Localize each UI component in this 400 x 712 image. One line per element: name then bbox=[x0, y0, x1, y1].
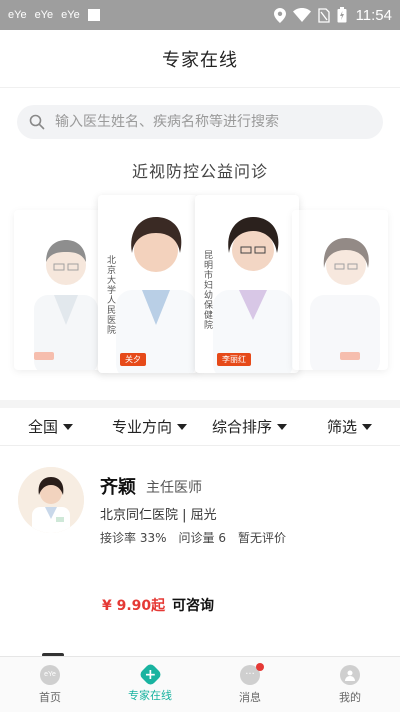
doctor-avatar bbox=[18, 467, 84, 533]
app-header: 专家在线 bbox=[0, 30, 400, 88]
wifi-icon bbox=[292, 8, 311, 22]
battery-icon bbox=[337, 7, 347, 23]
caret-down-icon bbox=[177, 423, 188, 430]
filter-region-label: 全国 bbox=[28, 418, 59, 436]
notification-eye-3: eYe bbox=[61, 9, 80, 21]
caret-down-icon bbox=[362, 423, 373, 430]
banner-card-left-tag bbox=[34, 352, 54, 360]
banner-card-right[interactable] bbox=[292, 210, 388, 370]
consult-count: 问诊量 6 bbox=[178, 531, 226, 545]
doctor-avatar-icon bbox=[18, 467, 84, 533]
banner-title: 近视防控公益问诊 bbox=[131, 162, 268, 181]
nav-messages[interactable]: ··· 消息 bbox=[200, 657, 300, 712]
doctor-portrait-icon bbox=[116, 217, 196, 373]
filter-specialty-label: 专业方向 bbox=[112, 418, 173, 436]
home-eye-icon: eYe bbox=[40, 664, 60, 685]
nav-messages-label: 消息 bbox=[239, 690, 261, 704]
filter-specialty[interactable]: 专业方向 bbox=[112, 416, 188, 437]
sim-icon bbox=[317, 7, 330, 23]
location-icon bbox=[273, 7, 286, 23]
caret-down-icon bbox=[277, 423, 288, 430]
filter-sort-label: 综合排序 bbox=[212, 418, 273, 436]
banner-card-right-tag bbox=[340, 352, 360, 360]
filter-more-label: 筛选 bbox=[327, 418, 358, 436]
status-bar: eYe eYe eYe 11:54 bbox=[0, 0, 400, 30]
search-bar[interactable] bbox=[17, 105, 383, 139]
notification-eye-1: eYe bbox=[8, 9, 27, 21]
filter-more[interactable]: 筛选 bbox=[327, 416, 373, 437]
nav-profile-label: 我的 bbox=[339, 690, 361, 704]
notification-square-icon bbox=[87, 9, 100, 21]
caret-down-icon bbox=[63, 423, 74, 430]
notification-eye-2: eYe bbox=[34, 9, 54, 21]
bottom-navigation: eYe 首页 + 专家在线 ··· 消息 我的 bbox=[0, 656, 400, 712]
doctor-hospital: 北京同仁医院 | 屈光 bbox=[100, 508, 217, 523]
unread-badge bbox=[256, 663, 264, 671]
plus-cross-icon: + bbox=[137, 662, 163, 687]
banner-card-name-tag: 关夕 bbox=[120, 353, 146, 366]
doctor-title: 主任医师 bbox=[146, 480, 202, 496]
consult-available-label[interactable]: 可咨询 bbox=[172, 595, 214, 615]
doctor-list-item[interactable]: 齐颖 主任医师 北京同仁医院 | 屈光 接诊率 33% 问诊量 6 暂无评价 ¥… bbox=[0, 455, 400, 630]
nav-home-label: 首页 bbox=[39, 690, 61, 704]
doctor-portrait-icon bbox=[213, 217, 293, 373]
nav-home[interactable]: eYe 首页 bbox=[0, 657, 100, 712]
filter-region[interactable]: 全国 bbox=[28, 416, 74, 437]
filter-bar: 全国 专业方向 综合排序 筛选 bbox=[0, 400, 400, 446]
doctor-banner-carousel[interactable]: 北京大学人民医院 关夕 昆明市妇幼保健院 李丽红 bbox=[0, 190, 400, 390]
filter-sort[interactable]: 综合排序 bbox=[212, 416, 288, 437]
profile-icon bbox=[340, 664, 360, 685]
rating: 暂无评价 bbox=[237, 531, 286, 545]
doctor-portrait-icon bbox=[34, 240, 98, 370]
consult-rate: 接诊率 33% bbox=[100, 531, 167, 545]
search-icon bbox=[29, 114, 45, 130]
banner-card-left[interactable] bbox=[14, 210, 106, 370]
nav-experts-label: 专家在线 bbox=[128, 689, 172, 702]
consult-price: ¥ 9.90起 bbox=[102, 598, 166, 614]
banner-card-doctor-1[interactable]: 北京大学人民医院 关夕 bbox=[98, 195, 198, 373]
doctor-name: 齐颖 bbox=[100, 477, 136, 498]
doctor-stats: 接诊率 33% 问诊量 6 暂无评价 bbox=[100, 529, 286, 546]
doctor-portrait-icon bbox=[310, 238, 380, 370]
clock: 11:54 bbox=[355, 6, 392, 24]
search-input[interactable] bbox=[55, 114, 355, 130]
banner-card-name-tag: 李丽红 bbox=[217, 353, 251, 366]
banner-card-doctor-2[interactable]: 昆明市妇幼保健院 李丽红 bbox=[195, 195, 299, 373]
page-title: 专家在线 bbox=[162, 49, 238, 71]
nav-experts[interactable]: + 专家在线 bbox=[100, 657, 200, 712]
nav-profile[interactable]: 我的 bbox=[300, 657, 400, 712]
